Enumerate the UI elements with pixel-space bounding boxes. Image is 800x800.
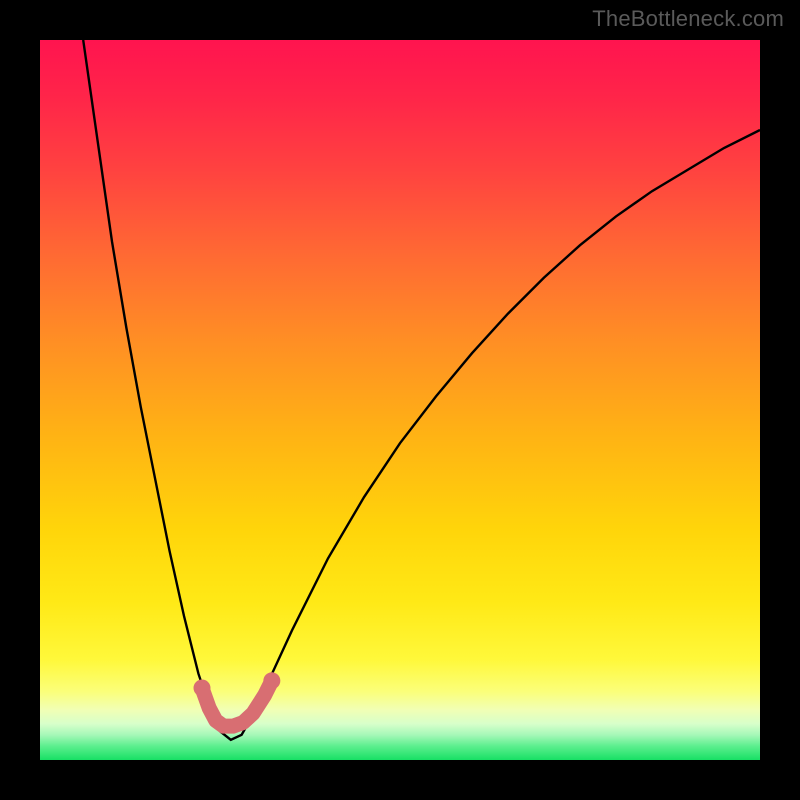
watermark-text: TheBottleneck.com: [592, 6, 784, 32]
chart-svg: [0, 0, 800, 800]
highlight-dot-right: [263, 672, 280, 689]
chart-stage: TheBottleneck.com: [0, 0, 800, 800]
highlight-dot-left: [194, 680, 211, 697]
plot-background: [40, 40, 760, 760]
